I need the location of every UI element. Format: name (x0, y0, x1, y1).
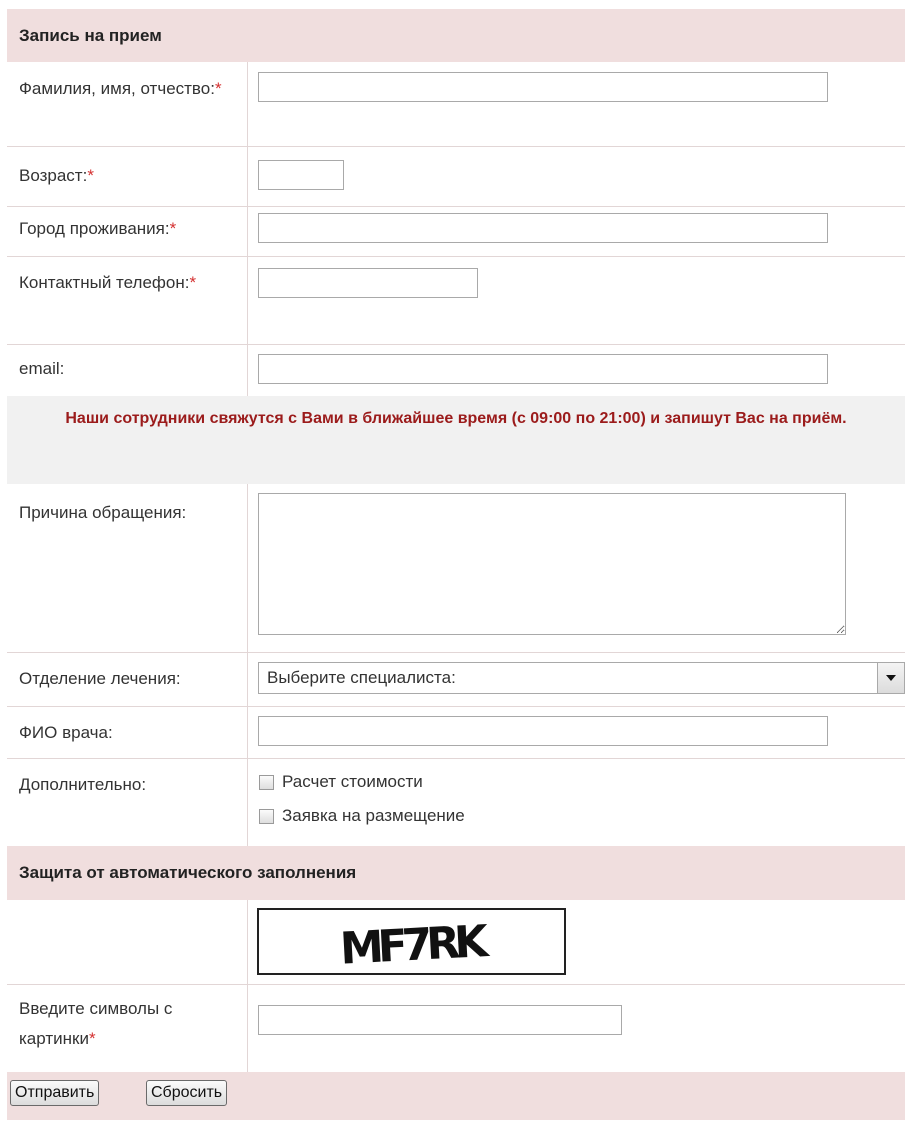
checkbox-icon[interactable] (259, 774, 274, 790)
cost-calculation-checkbox[interactable]: Расчет стоимости (259, 772, 423, 792)
city-input[interactable] (258, 213, 828, 243)
row-captcha-image: MF7RK (7, 900, 905, 985)
row-extra: Дополнительно: Расчет стоимости Заявка н… (7, 758, 905, 846)
column-divider (247, 484, 248, 652)
captcha-title: Защита от автоматического заполнения (19, 863, 357, 882)
extra-label: Дополнительно: (19, 775, 147, 794)
row-fio: Фамилия, имя, отчество:* (7, 62, 905, 147)
email-input[interactable] (258, 354, 828, 384)
row-doctor: ФИО врача: (7, 706, 905, 759)
contact-notice: Наши сотрудники свяжутся с Вами в ближай… (7, 396, 905, 484)
column-divider (247, 758, 248, 846)
department-select[interactable]: Выберите специалиста: (258, 662, 905, 694)
column-divider (247, 146, 248, 206)
column-divider (247, 900, 248, 984)
required-mark: * (88, 1029, 96, 1048)
required-mark: * (214, 79, 222, 98)
captcha-graphic: MF7RK (339, 916, 492, 975)
cost-calculation-label: Расчет стоимости (282, 772, 423, 791)
column-divider (247, 206, 248, 256)
fio-label: Фамилия, имя, отчество:* (19, 79, 222, 98)
row-phone: Контактный телефон:* (7, 256, 905, 345)
submit-button[interactable]: Отправить (10, 1080, 100, 1106)
email-label: email: (19, 359, 65, 378)
fio-input[interactable] (258, 72, 828, 102)
doctor-input[interactable] (258, 716, 828, 746)
dropdown-arrow-icon[interactable] (877, 663, 904, 693)
row-department: Отделение лечения: Выберите специалиста: (7, 652, 905, 707)
age-input[interactable] (258, 160, 344, 190)
captcha-input[interactable] (258, 1005, 622, 1035)
row-age: Возраст:* (7, 146, 905, 207)
column-divider (247, 256, 248, 344)
captcha-code: MF7RK (339, 916, 492, 973)
column-divider (247, 652, 248, 706)
column-divider (247, 984, 248, 1072)
reason-textarea[interactable] (258, 493, 846, 635)
row-reason: Причина обращения: (7, 484, 905, 653)
column-divider (247, 344, 248, 396)
button-bar: Отправить Сбросить (7, 1072, 905, 1120)
department-selected-value: Выберите специалиста: (267, 668, 456, 687)
department-label: Отделение лечения: (19, 669, 181, 688)
form-title: Запись на прием (19, 25, 162, 45)
phone-input[interactable] (258, 268, 478, 298)
accommodation-request-label: Заявка на размещение (282, 806, 465, 825)
doctor-label: ФИО врача: (19, 723, 113, 742)
form-header: Запись на прием (7, 9, 905, 62)
city-label: Город проживания:* (19, 219, 177, 238)
reset-button[interactable]: Сбросить (146, 1080, 228, 1106)
required-mark: * (189, 273, 197, 292)
row-email: email: (7, 344, 905, 397)
phone-label: Контактный телефон:* (19, 273, 197, 292)
column-divider (247, 62, 248, 146)
required-mark: * (169, 219, 177, 238)
captcha-input-label: Введите символы с картинки* (19, 999, 173, 1048)
column-divider (247, 706, 248, 758)
required-mark: * (87, 166, 94, 185)
age-label: Возраст:* (19, 166, 94, 185)
reason-label: Причина обращения: (19, 503, 187, 522)
row-captcha-input: Введите символы с картинки* (7, 984, 905, 1072)
appointment-form: Запись на прием Фамилия, имя, отчество:*… (0, 0, 905, 1131)
captcha-header: Защита от автоматического заполнения (7, 846, 905, 900)
checkbox-icon[interactable] (259, 808, 274, 824)
captcha-image: MF7RK (257, 908, 566, 975)
accommodation-request-checkbox[interactable]: Заявка на размещение (259, 806, 465, 826)
row-city: Город проживания:* (7, 206, 905, 257)
